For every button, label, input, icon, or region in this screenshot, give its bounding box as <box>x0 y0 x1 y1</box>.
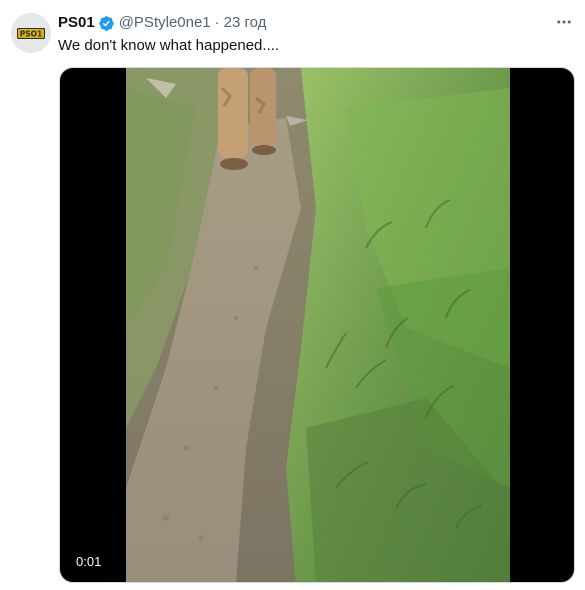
user-handle[interactable]: @PStyle0ne1 <box>119 13 211 33</box>
tweet-header: PS01 @PStyle0ne1 · 23 год <box>58 13 545 33</box>
video-thumbnail-image <box>126 68 510 582</box>
verified-badge-icon <box>98 15 115 32</box>
avatar-logo-icon: PSO1 <box>11 13 51 53</box>
svg-text:PSO1: PSO1 <box>20 30 43 39</box>
separator-dot: · <box>214 14 220 31</box>
tweet[interactable]: PSO1 PS01 @PStyle0ne1 · 23 год We don't … <box>0 0 585 590</box>
post-time[interactable]: 23 год <box>224 13 267 33</box>
tweet-text: We don't know what happened.... <box>58 37 280 54</box>
more-dots-icon[interactable] <box>553 11 575 33</box>
video-frame <box>126 68 510 582</box>
video-player[interactable]: 0:01 <box>59 67 575 583</box>
avatar[interactable]: PSO1 <box>11 13 51 53</box>
display-name[interactable]: PS01 <box>58 13 95 33</box>
video-duration: 0:01 <box>70 552 108 572</box>
